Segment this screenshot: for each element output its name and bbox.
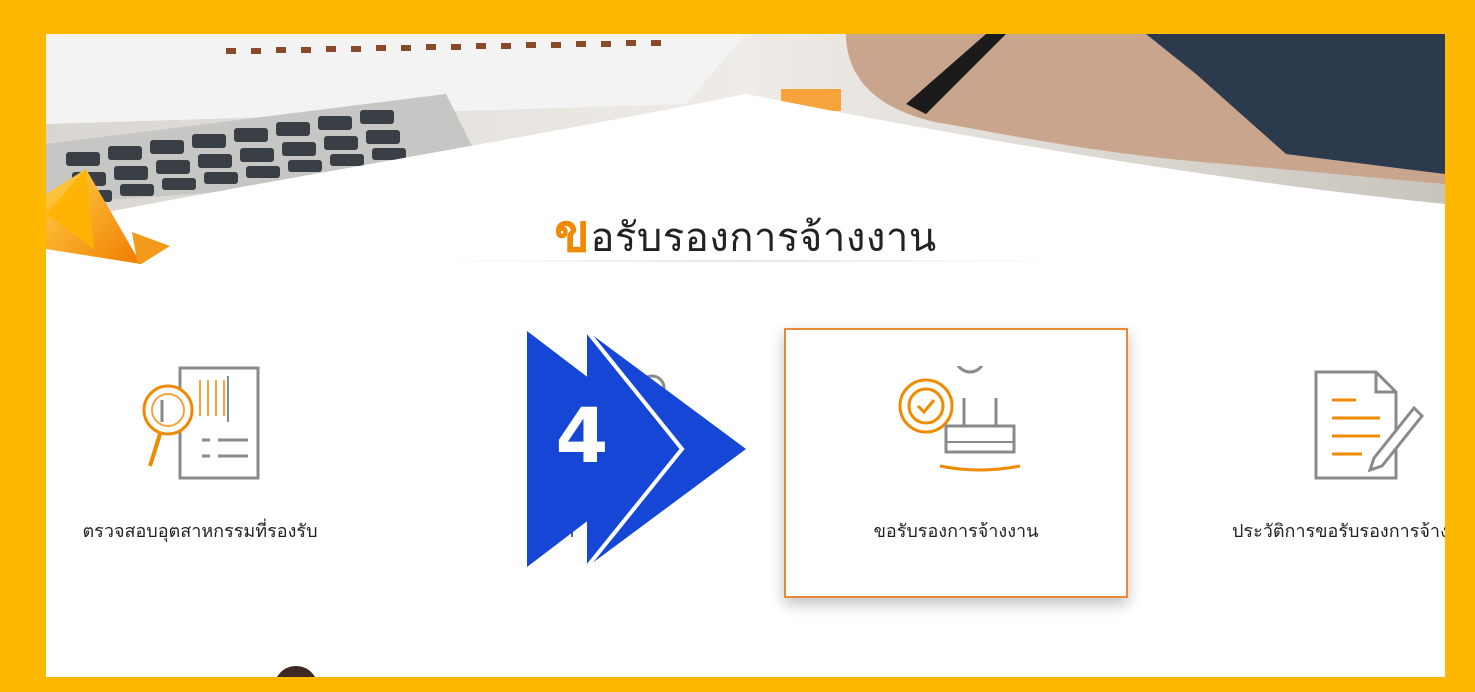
title-text: อรับรองการจ้างงาน [590, 215, 937, 261]
card-label: ขอรับรองการจ้างงาน [873, 521, 1039, 542]
card-label: ตรวจสอบอุตสาหกรรมที่รองรับ [82, 521, 318, 542]
title-initial: ข [554, 204, 591, 264]
card-inspect-industry[interactable]: ตรวจสอบอุตสาหกรรมที่รองรับ [46, 330, 370, 596]
card-label: ประวัติการขอรับรองการจ้างงาน [1231, 521, 1445, 542]
step-number: 4 [555, 391, 609, 480]
card-certification-history[interactable]: ประวัติการขอรับรองการจ้างงาน [1186, 330, 1445, 596]
card-request-employment-certification[interactable]: ขอรับรองการจ้างงาน [784, 328, 1128, 598]
partial-icon [274, 666, 318, 677]
stamp-approval-icon [898, 366, 1021, 472]
page-title: ขอรับรองการจ้างงาน [46, 204, 1445, 268]
history-document-icon [1314, 370, 1425, 480]
inspect-document-icon [142, 366, 260, 480]
title-underline [426, 260, 1066, 262]
step-overlay: 4 [527, 329, 752, 569]
